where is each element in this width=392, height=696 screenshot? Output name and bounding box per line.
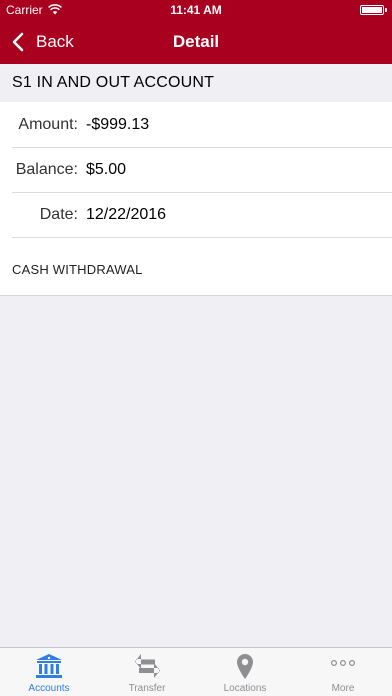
transfer-arrows-icon: [135, 654, 160, 678]
navigation-bar: Back Detail: [0, 20, 392, 64]
bank-icon: [36, 654, 62, 678]
transaction-memo: CASH WITHDRAWAL: [12, 262, 143, 277]
date-value: 12/22/2016: [86, 206, 167, 223]
tab-transfer[interactable]: Transfer: [98, 648, 196, 696]
page-title: Detail: [172, 32, 220, 51]
tab-label: More: [331, 683, 355, 694]
tab-label: Accounts: [28, 683, 70, 694]
account-header: S1 IN AND OUT ACCOUNT: [0, 64, 392, 102]
tab-accounts[interactable]: Accounts: [0, 648, 98, 696]
tab-bar: Accounts Transfer Locations More: [0, 647, 392, 696]
map-pin-icon: [237, 654, 253, 679]
battery-level: [362, 7, 382, 13]
amount-value: -$999.13: [86, 116, 150, 133]
account-name: S1 IN AND OUT ACCOUNT: [12, 74, 215, 91]
battery-icon: [360, 5, 387, 15]
tab-locations[interactable]: Locations: [196, 648, 294, 696]
date-label: Date:: [39, 206, 78, 223]
tab-label: Locations: [223, 683, 267, 694]
row-divider: [12, 237, 392, 238]
balance-row: Balance: $5.00: [0, 147, 392, 192]
balance-value: $5.00: [86, 161, 127, 178]
amount-row: Amount: -$999.13: [0, 102, 392, 147]
tab-label: Transfer: [128, 683, 166, 694]
more-dots-icon: [330, 659, 356, 667]
clock: 11:41 AM: [170, 3, 222, 17]
amount-label: Amount:: [18, 116, 78, 133]
transaction-detail-card: Amount: -$999.13 Balance: $5.00 Date: 12…: [0, 102, 392, 296]
status-bar: Carrier 11:41 AM: [0, 0, 392, 20]
date-row: Date: 12/22/2016: [0, 192, 392, 237]
balance-label: Balance:: [15, 161, 78, 178]
tab-more[interactable]: More: [294, 648, 392, 696]
